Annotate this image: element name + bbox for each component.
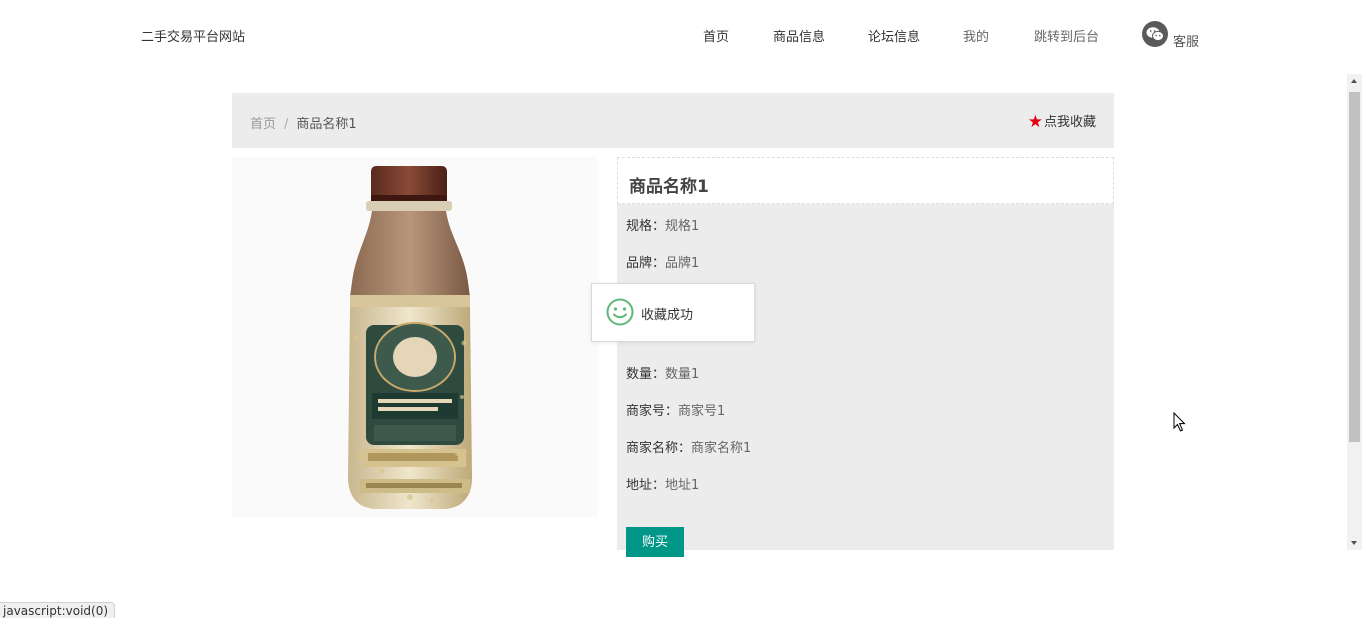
field-value: 地址1 [665,478,700,493]
breadcrumb-current: 商品名称1 [296,117,357,132]
field-key: 商家名称： [626,441,692,456]
nav-products[interactable]: 商品信息 [773,26,825,45]
field-quantity: 数量：数量1 [626,363,699,382]
field-value: 商家号1 [678,404,726,419]
field-key: 品牌： [626,256,666,271]
browser-status-bar: javascript:void(0) [0,602,116,618]
nav-mine[interactable]: 我的 [963,26,989,45]
favorite-label: 点我收藏 [1043,115,1096,130]
field-key: 地址： [626,478,666,493]
field-merchant-id: 商家号：商家号1 [626,400,725,419]
field-value: 数量1 [665,367,700,382]
toast-message: 收藏成功 [591,283,755,342]
field-brand: 品牌：品牌1 [626,252,699,271]
toast-text: 收藏成功 [641,308,694,323]
field-key: 商家号： [626,404,679,419]
field-value: 品牌1 [665,256,700,271]
page-scrollbar[interactable] [1347,74,1362,550]
header: 二手交易平台网站 首页 商品信息 论坛信息 我的 跳转到后台 客服 [0,0,1362,70]
field-value: 规格1 [665,219,700,234]
milk-coffee-bottle-image [348,166,472,509]
field-value: 商家名称1 [691,441,752,456]
nav-forum[interactable]: 论坛信息 [868,26,920,45]
product-title-box: 商品名称1 [617,157,1114,204]
breadcrumb: 首页 / 商品名称1 [250,113,357,132]
buy-button[interactable]: 购买 [626,527,684,557]
nav-backend[interactable]: 跳转到后台 [1034,26,1099,45]
customer-service-label: 客服 [1173,35,1200,50]
breadcrumb-bar: 首页 / 商品名称1 ★点我收藏 [232,93,1114,148]
smile-icon [606,298,634,330]
field-merchant-name: 商家名称：商家名称1 [626,437,751,456]
star-icon: ★ [1027,112,1043,132]
breadcrumb-home[interactable]: 首页 [250,117,276,132]
breadcrumb-separator: / [284,117,289,132]
scroll-up-arrow[interactable] [1347,74,1362,89]
scroll-down-arrow[interactable] [1347,535,1362,550]
scroll-thumb[interactable] [1349,92,1360,442]
field-key: 数量： [626,367,666,382]
field-key: 规格： [626,219,666,234]
field-spec: 规格：规格1 [626,215,699,234]
product-title: 商品名称1 [629,177,709,197]
field-address: 地址：地址1 [626,474,699,493]
product-image [232,157,598,517]
product-details: 商品名称1 规格：规格1 品牌：品牌1 数量：数量1 商家号：商家号1 商家名称… [617,157,1114,557]
favorite-button[interactable]: ★点我收藏 [1028,111,1096,132]
mouse-cursor-icon [1173,412,1186,432]
nav-home[interactable]: 首页 [703,26,729,45]
wechat-icon [1142,21,1168,47]
